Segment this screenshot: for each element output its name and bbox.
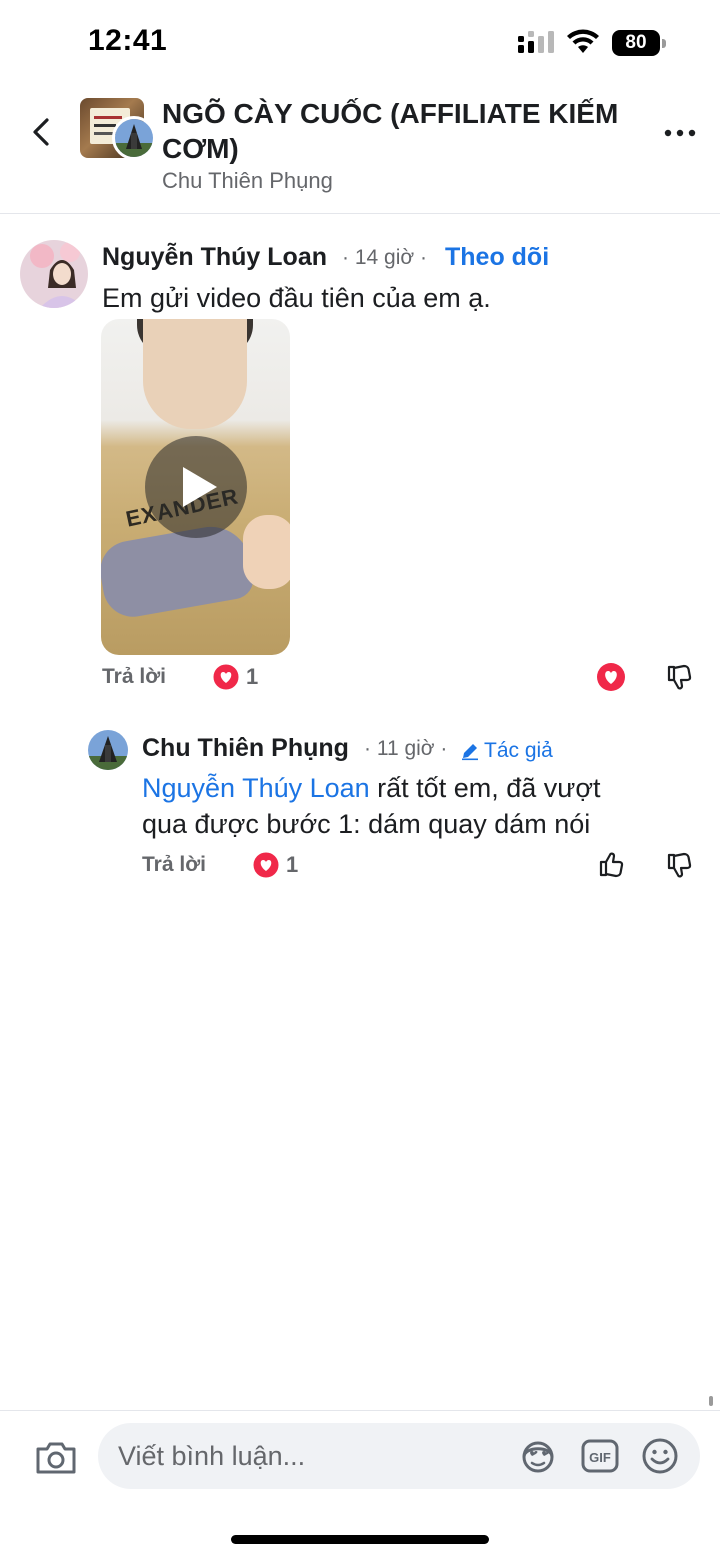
reply-text: Nguyễn Thúy Loan rất tốt em, đã vượt qua… (142, 770, 702, 842)
post-author-name[interactable]: Chu Thiên Phụng (162, 168, 333, 194)
avatar-sticker-icon[interactable] (518, 1436, 558, 1476)
replier-avatar[interactable] (88, 730, 128, 770)
comment-text: Em gửi video đầu tiên của em ạ. (102, 283, 491, 313)
reply-button[interactable]: Trả lời (142, 853, 206, 877)
replier-name[interactable]: Chu Thiên Phụng (142, 734, 349, 763)
reaction-count[interactable]: 1 (246, 664, 258, 690)
status-bar: 12:41 80 (0, 0, 720, 88)
status-time: 12:41 (88, 24, 168, 57)
like-icon[interactable] (594, 848, 628, 882)
heart-icon[interactable] (594, 660, 628, 694)
scroll-indicator[interactable] (709, 1396, 713, 1406)
comment-input[interactable] (118, 1435, 498, 1477)
mention-link[interactable]: Nguyễn Thúy Loan (142, 773, 370, 803)
battery-level: 80 (612, 30, 660, 56)
comment-video[interactable]: EXANDER (101, 319, 290, 655)
commenter-name[interactable]: Nguyễn Thúy Loan (102, 243, 327, 272)
comment-time: · 14 giờ · (342, 246, 427, 269)
home-indicator (231, 1535, 489, 1544)
svg-text:GIF: GIF (589, 1450, 611, 1465)
signal-icon (518, 31, 554, 53)
commenter-avatar[interactable] (20, 240, 88, 308)
heart-icon (252, 851, 280, 879)
group-title[interactable]: NGÕ CÀY CUỐC (AFFILIATE KIẾM CƠM) (162, 96, 652, 166)
more-icon[interactable] (660, 118, 700, 148)
gif-icon[interactable]: GIF (580, 1436, 620, 1476)
reply-text-line2: qua được bước 1: dám quay dám nói (142, 809, 591, 839)
play-icon[interactable] (145, 436, 247, 538)
camera-icon[interactable] (34, 1437, 78, 1477)
dislike-icon[interactable] (662, 848, 696, 882)
back-arrow-icon[interactable] (22, 110, 62, 154)
post-header: NGÕ CÀY CUỐC (AFFILIATE KIẾM CƠM) Chu Th… (0, 88, 720, 214)
heart-icon (212, 663, 240, 691)
follow-button[interactable]: Theo dõi (445, 243, 549, 272)
wifi-icon (567, 29, 599, 53)
reaction-count[interactable]: 1 (286, 852, 298, 878)
battery-icon: 80 (612, 30, 666, 56)
reply-button[interactable]: Trả lời (102, 665, 166, 689)
comment-box[interactable]: GIF (98, 1423, 700, 1489)
emoji-icon[interactable] (640, 1436, 680, 1476)
pencil-icon (462, 744, 478, 761)
reply-time: · 11 giờ · (364, 737, 448, 760)
comment-composer: GIF (0, 1410, 720, 1557)
reply-text-line1: rất tốt em, đã vượt (369, 773, 601, 803)
author-badge: Tác giả (484, 739, 553, 762)
author-avatar[interactable] (112, 116, 156, 160)
dislike-icon[interactable] (662, 660, 696, 694)
